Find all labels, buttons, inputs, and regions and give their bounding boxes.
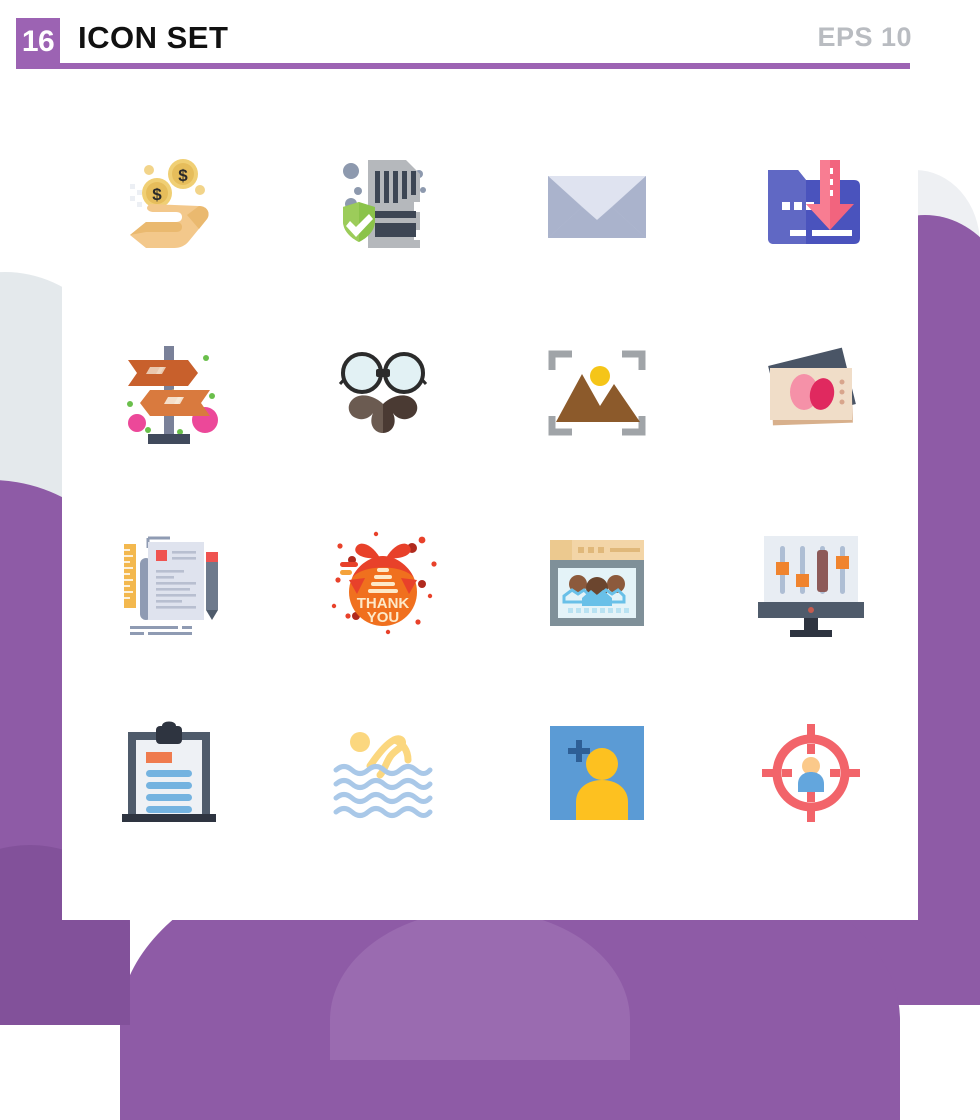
document-ruler-pencil-icon (124, 536, 218, 635)
monitor-equalizer-icon (758, 536, 864, 637)
photo-gallery-stack-icon (768, 347, 856, 426)
target-audience-icon (762, 724, 860, 822)
signpost-directions-icon (127, 346, 218, 444)
clipboard-checklist-icon (122, 721, 216, 822)
hipster-glasses-mustache-icon (338, 352, 428, 433)
svg-text:$: $ (152, 185, 162, 204)
icon-cell-signpost-directions[interactable] (62, 298, 276, 488)
icon-cell-money-in-hand[interactable]: $ $ (62, 108, 276, 298)
icon-count-badge: 16 (16, 18, 60, 66)
header-bar: 16 ICON SET EPS 10 (0, 0, 980, 70)
icon-cell-image-focus-frame[interactable] (490, 298, 704, 488)
icon-cell-secure-memory-card[interactable] (276, 108, 490, 298)
team-webpage-icon (550, 540, 644, 626)
swimming-icon (333, 732, 433, 818)
header-divider (16, 63, 910, 69)
icon-cell-document-ruler-pencil[interactable] (62, 488, 276, 678)
icon-grid: $ $ THANK YOU (62, 108, 918, 868)
icon-cell-swimming[interactable] (276, 678, 490, 868)
icon-cell-photo-gallery-stack[interactable] (704, 298, 918, 488)
svg-text:YOU: YOU (367, 609, 400, 626)
add-user-icon (550, 726, 644, 820)
icon-cell-clipboard-checklist[interactable] (62, 678, 276, 868)
icon-cell-team-webpage[interactable] (490, 488, 704, 678)
icon-cell-add-user[interactable] (490, 678, 704, 868)
folder-download-icon (768, 160, 860, 244)
icon-cell-folder-download[interactable] (704, 108, 918, 298)
envelope-mail-icon (548, 176, 646, 238)
icon-cell-hipster-glasses-mustache[interactable] (276, 298, 490, 488)
image-focus-frame-icon (548, 350, 646, 436)
icon-cell-envelope-mail[interactable] (490, 108, 704, 298)
money-in-hand-icon: $ $ (130, 159, 209, 248)
icon-cell-thank-you-badge[interactable]: THANK YOU (276, 488, 490, 678)
secure-memory-card-icon (343, 160, 426, 248)
page-title: ICON SET (78, 20, 229, 55)
svg-text:$: $ (178, 166, 188, 185)
thank-you-badge-icon: THANK YOU (331, 531, 437, 635)
format-label: EPS 10 (817, 22, 912, 52)
icon-cell-target-audience[interactable] (704, 678, 918, 868)
icon-cell-monitor-equalizer[interactable] (704, 488, 918, 678)
